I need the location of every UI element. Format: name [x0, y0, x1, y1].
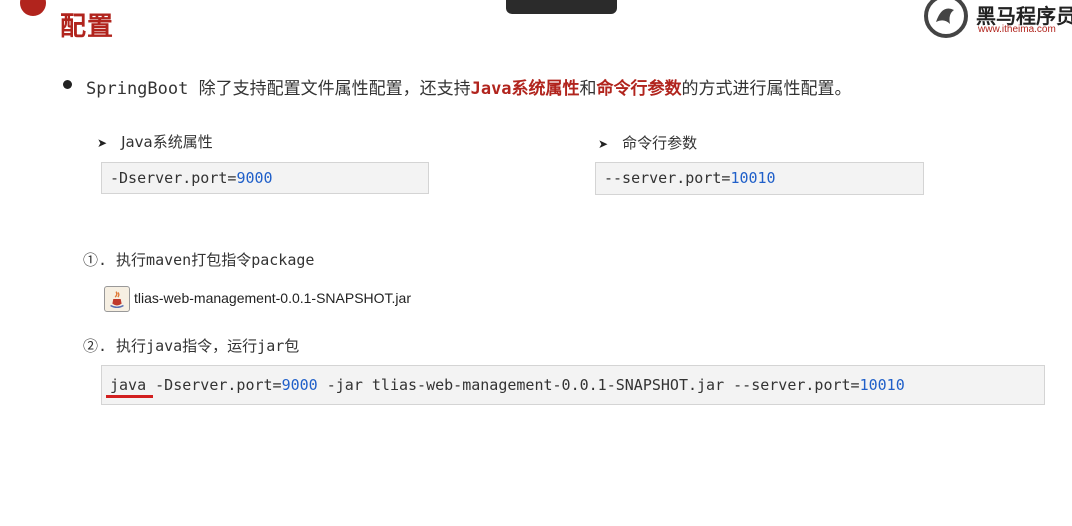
step1-label: ①. 执行maven打包指令package	[83, 251, 315, 269]
java-jar-file-icon	[104, 286, 130, 312]
intro-prefix: SpringBoot 除了支持配置文件属性配置，还支持	[86, 79, 471, 99]
cmd-args-heading: ➤ 命令行参数	[598, 132, 697, 153]
intro-highlight-cmd: 命令行参数	[596, 79, 682, 99]
java-props-code-key: -Dserver.port=	[110, 169, 237, 187]
top-overlay-bar	[506, 0, 617, 14]
cmd-args-code-value: 10010	[730, 169, 776, 187]
intro-highlight-java: Java系统属性	[470, 79, 580, 99]
java-props-heading-label: Java系统属性	[121, 133, 213, 151]
cmd-args-code: --server.port=10010	[595, 162, 924, 195]
java-props-code: -Dserver.port=9000	[101, 162, 429, 194]
intro-suffix: 的方式进行属性配置。	[681, 79, 852, 99]
java-red-underline	[106, 395, 153, 398]
red-dot-decoration	[20, 0, 46, 16]
horse-logo-icon	[924, 0, 968, 38]
java-props-heading: ➤ Java系统属性	[97, 131, 213, 152]
run-jar-command: java -Dserver.port=9000 -jar tlias-web-m…	[101, 365, 1045, 405]
java-props-code-value: 9000	[236, 169, 273, 187]
step2-label: ②. 执行java指令，运行jar包	[83, 337, 300, 355]
cmd-sport-value: 10010	[859, 376, 905, 394]
intro-text: SpringBoot 除了支持配置文件属性配置，还支持Java系统属性和命令行参…	[86, 74, 852, 99]
bullet-dot	[63, 80, 72, 89]
arrow-bullet-icon: ➤	[598, 137, 609, 151]
cmd-jar: -jar tlias-web-management-0.0.1-SNAPSHOT…	[317, 376, 734, 394]
arrow-bullet-icon: ➤	[97, 136, 108, 150]
cmd-dport-key: -Dserver.port=	[146, 376, 282, 394]
intro-mid: 和	[579, 79, 597, 99]
cmd-args-heading-label: 命令行参数	[622, 134, 698, 152]
cmd-args-code-key: --server.port=	[604, 169, 731, 187]
cmd-sport-key: --server.port=	[733, 376, 860, 394]
cmd-dport-value: 9000	[281, 376, 318, 394]
cmd-java: java	[110, 376, 147, 394]
page-title: 配置	[60, 12, 115, 42]
logo-url: www.itheima.com	[978, 24, 1056, 35]
jar-file-name: tlias-web-management-0.0.1-SNAPSHOT.jar	[134, 290, 411, 306]
